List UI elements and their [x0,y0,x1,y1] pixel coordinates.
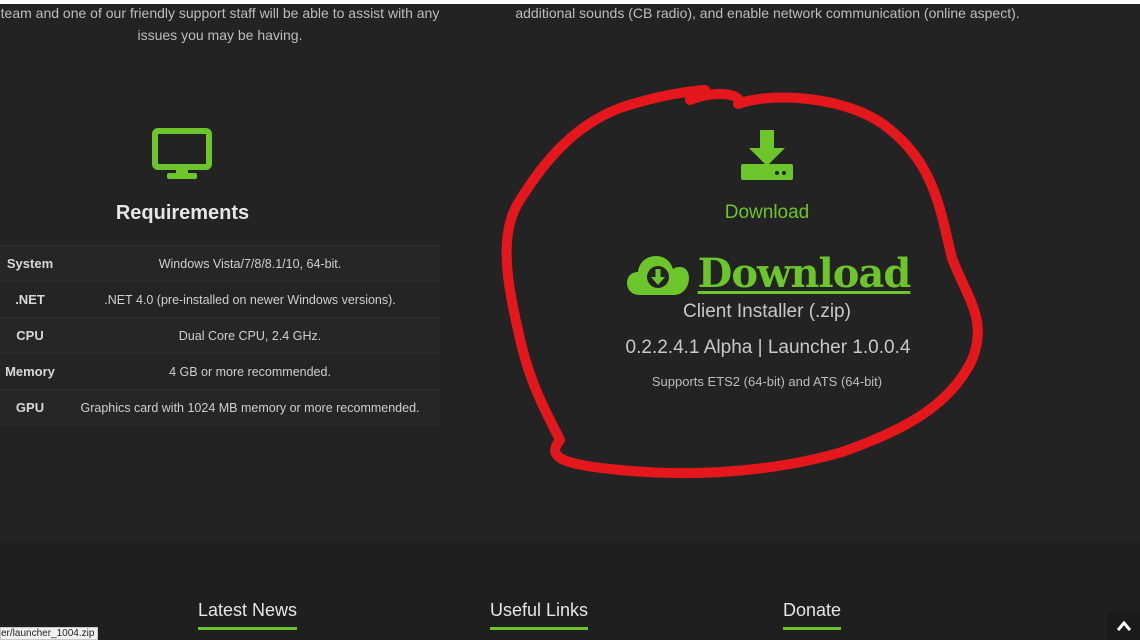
table-row: GPU Graphics card with 1024 MB memory or… [0,390,440,426]
table-row: CPU Dual Core CPU, 2.4 GHz. [0,318,440,354]
requirement-name: GPU [15,400,45,415]
requirement-name: .NET [15,292,45,307]
cloud-download-icon [626,256,689,295]
table-row: System Windows Vista/7/8/8.1/10, 64-bit. [0,246,440,282]
footer-heading-donate: Donate [783,600,842,630]
table-row: Memory 4 GB or more recommended. [0,354,440,390]
download-tray-icon [741,130,793,180]
requirement-value: 4 GB or more recommended. [169,364,331,379]
requirement-value: Graphics card with 1024 MB memory or mor… [80,400,420,415]
requirements-title: Requirements [115,202,250,224]
download-client-link[interactable]: Download [620,248,916,300]
client-intro-text: additional sounds (CB radio), and enable… [515,5,1020,21]
footer-heading-latest-news: Latest News [198,600,298,630]
requirement-value: .NET 4.0 (pre-installed on newer Windows… [104,292,396,307]
installer-subtitle: Client Installer (.zip) [683,301,851,322]
footer-heading-useful-links: Useful Links [490,600,589,630]
requirement-value: Windows Vista/7/8/8.1/10, 64-bit. [158,256,342,271]
requirement-name: System [6,256,54,271]
chevron-up-icon [1116,620,1131,631]
requirement-name: CPU [16,328,44,343]
requirement-name: Memory [5,364,55,379]
footer: Latest News Useful Links Donate [0,542,1140,640]
supported-games-text: Supports ETS2 (64-bit) and ATS (64-bit) [651,374,883,389]
requirements-table: System Windows Vista/7/8/8.1/10, 64-bit.… [0,245,440,426]
version-text: 0.2.2.4.1 Alpha | Launcher 1.0.0.4 [625,337,911,358]
download-heading: Download [724,202,810,223]
back-to-top-button[interactable] [1107,611,1140,640]
status-bar-url: er/launcher_1004.zip [0,627,99,640]
monitor-icon [152,128,212,179]
support-intro-text: team and one of our friendly support sta… [0,5,440,43]
table-row: .NET .NET 4.0 (pre-installed on newer Wi… [0,282,440,318]
download-link-text: Download [697,250,912,297]
requirement-value: Dual Core CPU, 2.4 GHz. [178,328,322,343]
page: team and one of our friendly support sta… [0,0,1140,640]
